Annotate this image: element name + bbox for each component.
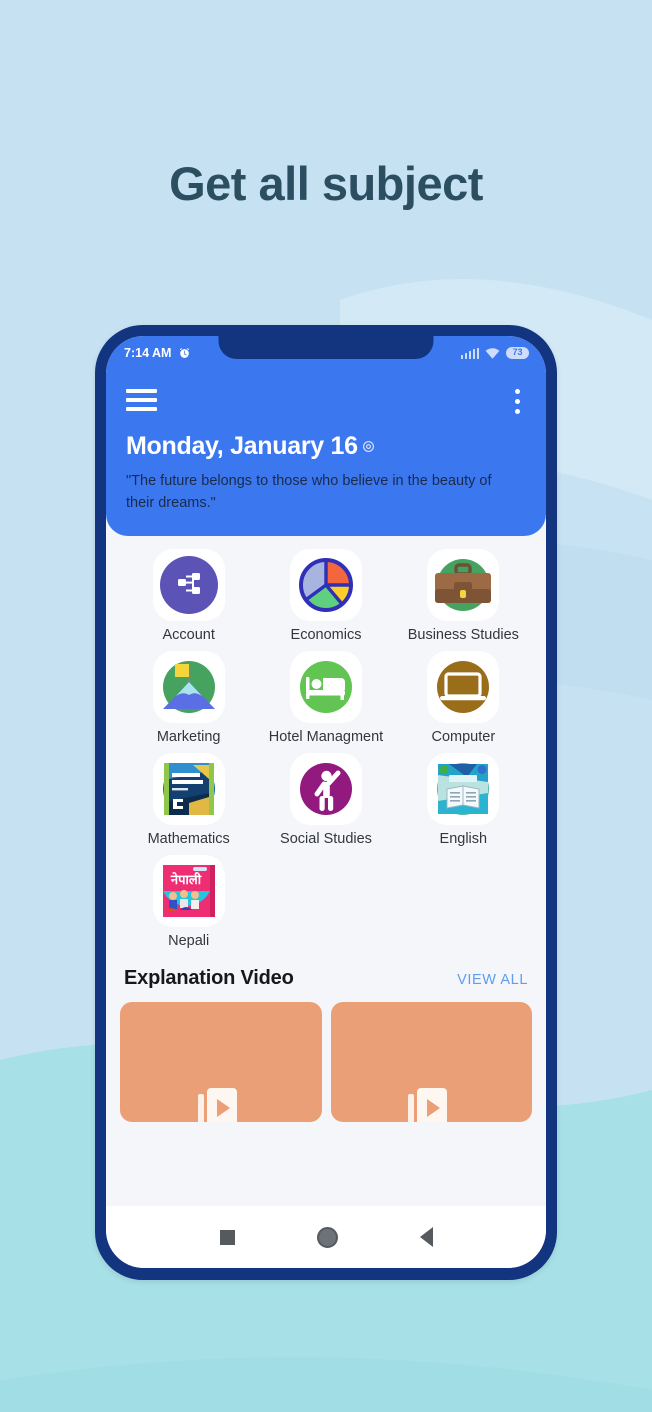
hierarchy-icon xyxy=(152,549,225,622)
android-navigation-bar xyxy=(106,1206,546,1268)
video-placeholder-icon xyxy=(402,1082,460,1123)
mountain-flag-icon xyxy=(152,651,225,724)
view-all-link[interactable]: VIEW ALL xyxy=(457,972,528,988)
page-title: Get all subject xyxy=(169,157,483,210)
subject-item-economics[interactable]: Economics xyxy=(257,549,394,643)
subject-item-account[interactable]: Account xyxy=(120,549,257,643)
svg-text:नेपाली: नेपाली xyxy=(170,872,202,887)
subject-item-english[interactable]: English xyxy=(395,753,532,847)
subject-label: English xyxy=(439,831,488,848)
wifi-icon xyxy=(485,347,500,359)
status-bar-time: 7:14 AM xyxy=(124,346,172,360)
subject-grid: Account Economics Business Studies Marke… xyxy=(106,536,546,949)
phone-screen: 7:14 AM 73 Monday, January 16 "The futur… xyxy=(106,336,546,1268)
video-card[interactable] xyxy=(330,1002,532,1123)
subject-label: Social Studies xyxy=(280,831,372,848)
square-recents-icon[interactable] xyxy=(219,1229,235,1245)
current-date: Monday, January 16 xyxy=(126,432,358,460)
status-bar: 7:14 AM 73 xyxy=(106,336,546,370)
video-placeholder-icon xyxy=(192,1082,250,1123)
subject-label: Marketing xyxy=(156,729,221,746)
math-book-icon xyxy=(152,753,225,826)
subject-item-nepali[interactable]: नेपाली Nepali xyxy=(120,855,257,949)
kebab-menu-icon[interactable] xyxy=(509,386,526,414)
person-raised-hand-icon xyxy=(289,753,362,826)
bed-icon xyxy=(289,651,362,724)
circle-home-icon[interactable] xyxy=(316,1226,338,1248)
subject-item-social-studies[interactable]: Social Studies xyxy=(257,753,394,847)
subject-label: Hotel Managment xyxy=(268,729,384,746)
app-header: Monday, January 16 "The future belongs t… xyxy=(106,370,546,537)
video-card[interactable] xyxy=(120,1002,322,1123)
alarm-clock-icon xyxy=(178,347,191,360)
cellular-signal-icon xyxy=(460,347,479,359)
hamburger-menu-icon[interactable] xyxy=(126,386,157,411)
english-book-icon xyxy=(427,753,500,826)
battery-indicator: 73 xyxy=(506,347,529,359)
subject-label: Business Studies xyxy=(407,627,519,644)
subject-label: Nepali xyxy=(168,933,210,950)
subject-label: Economics xyxy=(290,627,362,644)
daily-quote: "The future belongs to those who believe… xyxy=(126,473,492,512)
nepali-book-icon: नेपाली xyxy=(152,855,225,928)
briefcase-icon xyxy=(427,549,500,622)
subject-item-business-studies[interactable]: Business Studies xyxy=(395,549,532,643)
subject-item-computer[interactable]: Computer xyxy=(395,651,532,745)
explanation-video-header: Explanation Video VIEW ALL xyxy=(106,949,546,990)
subject-item-mathematics[interactable]: Mathematics xyxy=(120,753,257,847)
subject-item-hotel-managment[interactable]: Hotel Managment xyxy=(257,651,394,745)
phone-notch xyxy=(218,336,434,359)
pie-chart-icon xyxy=(289,549,362,622)
date-row: Monday, January 16 xyxy=(126,432,526,461)
phone-mockup-frame: 7:14 AM 73 Monday, January 16 "The futur… xyxy=(95,325,557,1280)
subject-label: Mathematics xyxy=(147,831,230,848)
copyright-badge-icon xyxy=(362,440,375,453)
explanation-video-list xyxy=(106,990,546,1123)
section-title: Explanation Video xyxy=(124,967,294,990)
subject-label: Computer xyxy=(431,729,496,746)
subject-item-marketing[interactable]: Marketing xyxy=(120,651,257,745)
subject-label: Account xyxy=(162,627,215,644)
triangle-back-icon[interactable] xyxy=(419,1227,433,1247)
laptop-icon xyxy=(427,651,500,724)
